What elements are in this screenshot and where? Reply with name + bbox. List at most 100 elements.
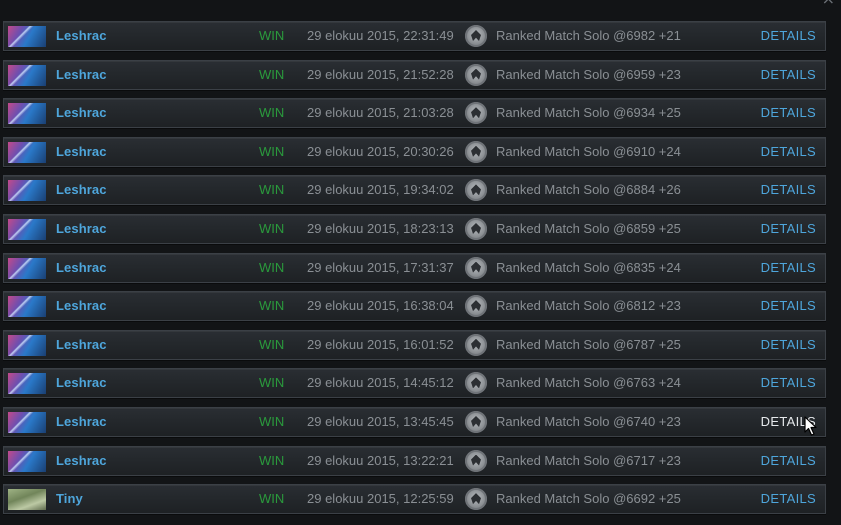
hero-portrait-icon [8, 296, 46, 318]
ranked-medal-icon [465, 25, 487, 47]
hero-name: Leshrac [56, 182, 107, 198]
match-result: WIN [259, 491, 285, 507]
hero-portrait-icon [8, 450, 46, 472]
match-list: Leshrac WIN 29 elokuu 2015, 22:31:49 Ranked… [3, 21, 826, 523]
hero-name: Leshrac [56, 28, 107, 43]
hero-portrait-icon [8, 411, 46, 433]
details-link[interactable]: DETAILS [761, 337, 816, 352]
match-type-mmr: Ranked Match Solo @6717 +23 [496, 452, 681, 468]
hero-portrait-icon [8, 26, 46, 47]
match-type-mmr: Ranked Match Solo @6787 +25 [496, 336, 681, 352]
match-type-mmr: Ranked Match Solo @6982 +21 [496, 28, 681, 43]
mouse-cursor-icon [804, 416, 817, 436]
hero-name: Leshrac [56, 452, 107, 468]
match-type-mmr: Ranked Match Solo @6835 +24 [496, 259, 681, 275]
ranked-medal-icon [465, 372, 487, 395]
details-link[interactable]: DETAILS [761, 375, 816, 390]
details-link[interactable]: DETAILS [761, 221, 816, 236]
hero-name: Leshrac [56, 143, 107, 159]
hero-name: Leshrac [56, 336, 107, 352]
match-datetime: 29 elokuu 2015, 22:31:49 [307, 28, 454, 43]
match-type-mmr: Ranked Match Solo @6812 +23 [496, 298, 681, 314]
details-link[interactable]: DETAILS [761, 453, 816, 468]
match-type-mmr: Ranked Match Solo @6740 +23 [496, 413, 681, 429]
match-result: WIN [259, 28, 285, 43]
details-link[interactable]: DETAILS [761, 28, 816, 43]
match-datetime: 29 elokuu 2015, 13:45:45 [307, 413, 454, 429]
ranked-medal-icon [465, 295, 487, 318]
details-link[interactable]: DETAILS [761, 260, 816, 275]
match-datetime: 29 elokuu 2015, 21:52:28 [307, 66, 454, 82]
match-row[interactable]: Leshrac WIN 29 elokuu 2015, 21:52:28 Ranked… [3, 59, 826, 90]
match-result: WIN [259, 413, 285, 429]
ranked-medal-icon [465, 140, 487, 163]
match-datetime: 29 elokuu 2015, 16:38:04 [307, 298, 454, 314]
hero-portrait-icon [8, 257, 46, 279]
match-result: WIN [259, 143, 285, 159]
match-result: WIN [259, 336, 285, 352]
hero-portrait-icon [8, 373, 46, 395]
hero-portrait-icon [8, 64, 46, 86]
hero-name: Leshrac [56, 105, 107, 121]
details-link[interactable]: DETAILS [761, 67, 816, 82]
details-link[interactable]: DETAILS [761, 105, 816, 120]
match-datetime: 29 elokuu 2015, 19:34:02 [307, 182, 454, 198]
hero-portrait-icon [8, 218, 46, 240]
match-datetime: 29 elokuu 2015, 20:30:26 [307, 143, 454, 159]
match-result: WIN [259, 220, 285, 236]
match-datetime: 29 elokuu 2015, 14:45:12 [307, 375, 454, 391]
match-row[interactable]: Leshrac WIN 29 elokuu 2015, 13:22:21 Ranked… [3, 445, 826, 476]
match-type-mmr: Ranked Match Solo @6884 +26 [496, 182, 681, 198]
match-row[interactable]: Leshrac WIN 29 elokuu 2015, 21:03:28 Ranked… [3, 98, 826, 129]
match-type-mmr: Ranked Match Solo @6763 +24 [496, 375, 681, 391]
hero-name: Tiny [56, 491, 83, 507]
ranked-medal-icon [465, 217, 487, 240]
match-result: WIN [259, 259, 285, 275]
match-row[interactable]: Leshrac WIN 29 elokuu 2015, 22:31:49 Ranked… [3, 21, 826, 51]
match-type-mmr: Ranked Match Solo @6910 +24 [496, 143, 681, 159]
close-icon[interactable]: × [822, 0, 835, 7]
hero-portrait-icon [8, 489, 46, 511]
ranked-medal-icon [465, 410, 487, 433]
ranked-medal-icon [465, 179, 487, 202]
match-row[interactable]: Leshrac WIN 29 elokuu 2015, 18:23:13 Ranked… [3, 213, 826, 244]
match-result: WIN [259, 66, 285, 82]
match-type-mmr: Ranked Match Solo @6859 +25 [496, 220, 681, 236]
match-datetime: 29 elokuu 2015, 21:03:28 [307, 105, 454, 121]
match-row[interactable]: Tiny WIN 29 elokuu 2015, 12:25:59 Ranked Ma… [3, 484, 826, 515]
hero-name: Leshrac [56, 413, 107, 429]
hero-portrait-icon [8, 103, 46, 125]
ranked-medal-icon [465, 333, 487, 356]
match-result: WIN [259, 105, 285, 121]
match-row[interactable]: Leshrac WIN 29 elokuu 2015, 16:01:52 Ranked… [3, 329, 826, 360]
match-type-mmr: Ranked Match Solo @6934 +25 [496, 105, 681, 121]
match-row[interactable]: Leshrac WIN 29 elokuu 2015, 20:30:26 Ranked… [3, 136, 826, 167]
match-history-window: × Leshrac WIN 29 elokuu 2015, 22:31:49 Rank… [0, 0, 841, 525]
details-link[interactable]: DETAILS [761, 144, 816, 159]
details-link[interactable]: DETAILS [761, 491, 816, 506]
match-datetime: 29 elokuu 2015, 18:23:13 [307, 220, 454, 236]
hero-portrait-icon [8, 334, 46, 356]
ranked-medal-icon [465, 449, 487, 472]
match-type-mmr: Ranked Match Solo @6692 +25 [496, 491, 681, 507]
details-link[interactable]: DETAILS [761, 298, 816, 313]
match-datetime: 29 elokuu 2015, 16:01:52 [307, 336, 454, 352]
match-result: WIN [259, 452, 285, 468]
match-row[interactable]: Leshrac WIN 29 elokuu 2015, 19:34:02 Ranked… [3, 175, 826, 206]
details-link[interactable]: DETAILS [761, 182, 816, 197]
hero-name: Leshrac [56, 375, 107, 391]
match-result: WIN [259, 375, 285, 391]
hero-name: Leshrac [56, 220, 107, 236]
match-datetime: 29 elokuu 2015, 13:22:21 [307, 452, 454, 468]
match-type-mmr: Ranked Match Solo @6959 +23 [496, 66, 681, 82]
match-row[interactable]: Leshrac WIN 29 elokuu 2015, 13:45:45 Ranked… [3, 406, 826, 437]
hero-name: Leshrac [56, 259, 107, 275]
match-row[interactable]: Leshrac WIN 29 elokuu 2015, 17:31:37 Ranked… [3, 252, 826, 283]
hero-name: Leshrac [56, 66, 107, 82]
match-result: WIN [259, 298, 285, 314]
ranked-medal-icon [465, 256, 487, 279]
hero-portrait-icon [8, 180, 46, 202]
match-row[interactable]: Leshrac WIN 29 elokuu 2015, 16:38:04 Ranked… [3, 291, 826, 322]
hero-portrait-icon [8, 141, 46, 163]
match-row[interactable]: Leshrac WIN 29 elokuu 2015, 14:45:12 Ranked… [3, 368, 826, 399]
